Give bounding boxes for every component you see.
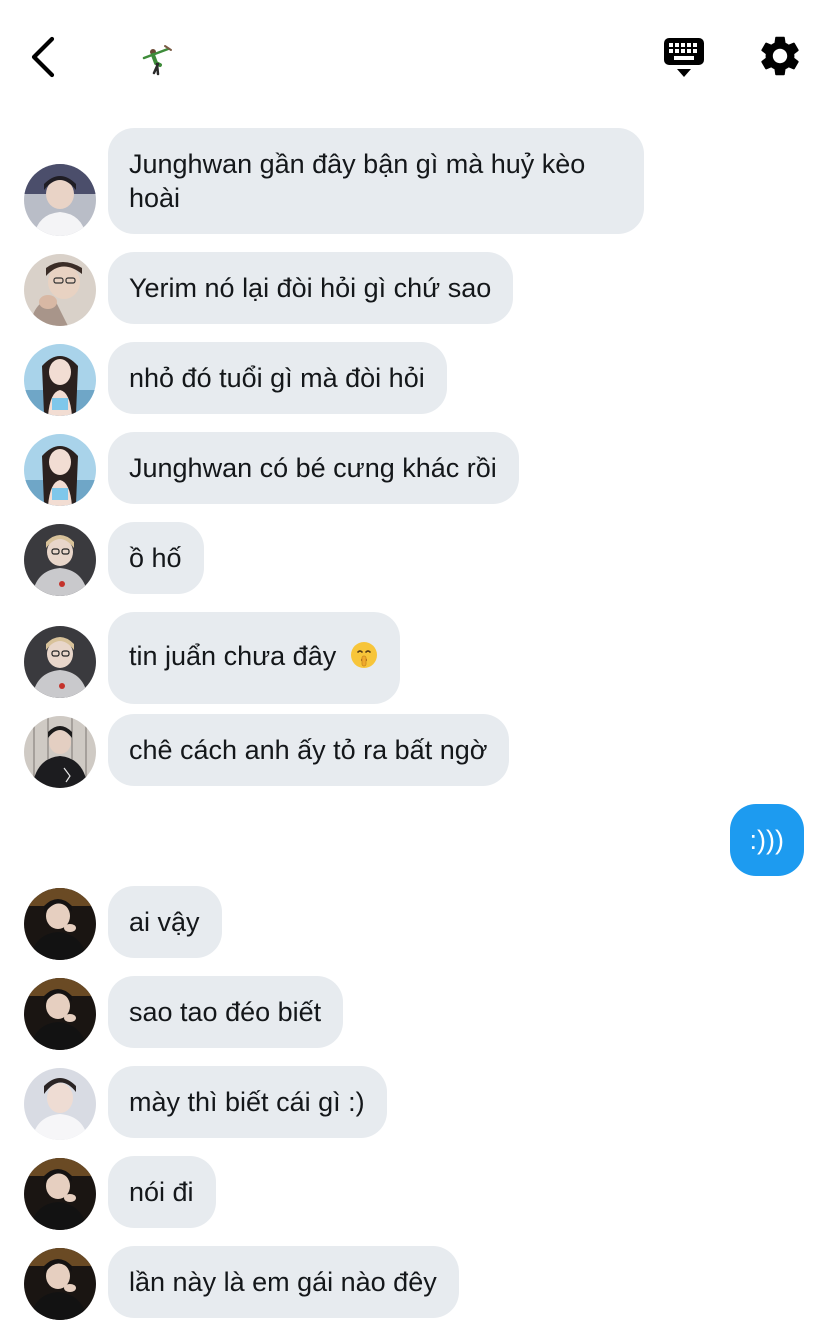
- dancer-sticker-icon: [142, 45, 172, 76]
- keyboard-hide-icon: [664, 38, 704, 77]
- message-bubble[interactable]: ồ hố: [108, 522, 204, 594]
- avatar[interactable]: [24, 344, 96, 416]
- avatar[interactable]: [24, 1158, 96, 1230]
- message-bubble[interactable]: Yerim nó lại đòi hỏi gì chứ sao: [108, 252, 514, 324]
- message-text: Junghwan có bé cưng khác rồi: [129, 453, 497, 483]
- chat-header: [0, 0, 828, 112]
- message-text: ai vậy: [129, 907, 200, 937]
- keyboard-toggle-button[interactable]: [660, 34, 708, 80]
- message-text: tin juẩn chưa đây: [129, 641, 337, 671]
- message-bubble[interactable]: mày thì biết cái gì :): [108, 1066, 387, 1138]
- message-text: nói đi: [129, 1177, 194, 1207]
- message-bubble[interactable]: Junghwan gần đây bận gì mà huỷ kèo hoài: [108, 128, 644, 234]
- outgoing-message-bubble[interactable]: :))): [729, 804, 804, 876]
- message-text: Junghwan gần đây bận gì mà huỷ kèo hoài: [129, 149, 586, 213]
- avatar[interactable]: [24, 434, 96, 506]
- message-text: Yerim nó lại đòi hỏi gì chứ sao: [129, 273, 492, 303]
- message-text: nhỏ đó tuổi gì mà đòi hỏi: [129, 363, 425, 393]
- avatar[interactable]: [24, 716, 96, 788]
- avatar[interactable]: [24, 254, 96, 326]
- gear-icon: [761, 36, 799, 76]
- back-button[interactable]: [22, 30, 70, 82]
- avatar[interactable]: [24, 888, 96, 960]
- message-text: lần này là em gái nào đêy: [129, 1267, 437, 1297]
- message-bubble[interactable]: ai vậy: [108, 886, 222, 958]
- avatar[interactable]: [24, 626, 96, 698]
- message-bubble[interactable]: Junghwan có bé cưng khác rồi: [108, 432, 519, 504]
- message-text: chê cách anh ấy tỏ ra bất ngờ: [129, 735, 488, 765]
- message-text: sao tao đéo biết: [129, 997, 322, 1027]
- settings-button[interactable]: [756, 32, 804, 80]
- group-avatar[interactable]: [138, 38, 182, 82]
- message-bubble[interactable]: chê cách anh ấy tỏ ra bất ngờ: [108, 714, 510, 786]
- avatar[interactable]: [24, 978, 96, 1050]
- avatar[interactable]: [24, 524, 96, 596]
- message-text: ồ hố: [129, 543, 182, 573]
- chevron-left-icon: [31, 36, 55, 78]
- message-text: mày thì biết cái gì :): [129, 1087, 365, 1117]
- message-text: :))): [749, 825, 784, 855]
- message-bubble[interactable]: nhỏ đó tuổi gì mà đòi hỏi: [108, 342, 447, 414]
- message-bubble[interactable]: lần này là em gái nào đêy: [108, 1246, 459, 1318]
- message-bubble[interactable]: nói đi: [108, 1156, 216, 1228]
- message-bubble[interactable]: sao tao đéo biết: [108, 976, 344, 1048]
- avatar[interactable]: [24, 164, 96, 236]
- avatar[interactable]: [24, 1248, 96, 1320]
- message-bubble[interactable]: tin juẩn chưa đây: [108, 612, 400, 704]
- shushing-face-icon: [350, 641, 378, 677]
- avatar[interactable]: [24, 1068, 96, 1140]
